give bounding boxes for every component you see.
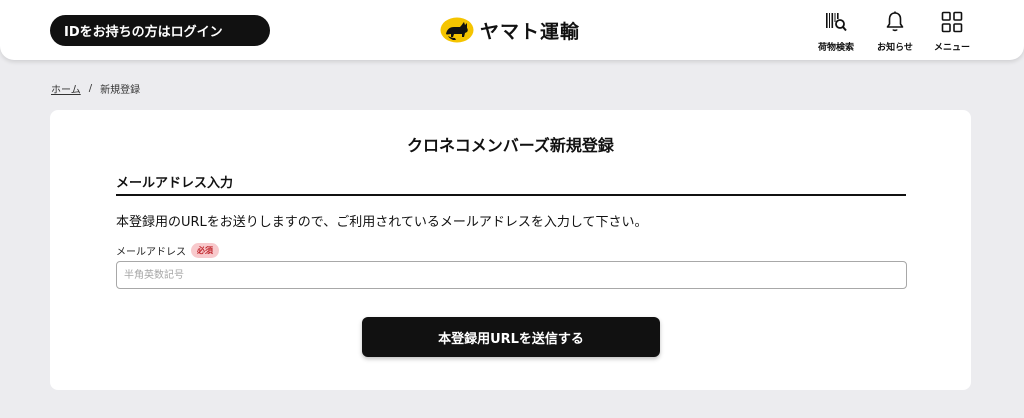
nav-label: お知らせ bbox=[877, 43, 913, 53]
email-field-label: メールアドレス bbox=[116, 247, 186, 258]
required-badge: 必須 bbox=[191, 243, 219, 258]
email-field[interactable] bbox=[116, 261, 907, 289]
nav-label: メニュー bbox=[933, 43, 970, 53]
send-registration-url-button[interactable]: 本登録用URLを送信する bbox=[362, 317, 660, 357]
logo-text: ヤマト運輸 bbox=[480, 20, 581, 43]
yamato-logo[interactable]: ヤマト運輸 bbox=[440, 14, 580, 46]
nav-menu[interactable]: メニュー bbox=[922, 8, 982, 54]
barcode-search-icon bbox=[826, 13, 847, 32]
section-divider bbox=[116, 194, 906, 196]
nav-notifications[interactable]: お知らせ bbox=[865, 8, 925, 54]
breadcrumb-separator: / bbox=[88, 83, 93, 94]
login-button[interactable]: IDをお持ちの方はログイン bbox=[50, 15, 270, 46]
breadcrumb: ホーム / 新規登録 bbox=[51, 81, 140, 96]
bell-icon bbox=[886, 11, 904, 32]
form-description: 本登録用のURLをお送りしますので、ご利用されているメールアドレスを入力して下さ… bbox=[116, 215, 648, 230]
nav-parcel-search[interactable]: 荷物検索 bbox=[806, 8, 866, 54]
black-cat-logo-icon bbox=[440, 17, 474, 43]
site-header: IDをお持ちの方はログイン ヤマト運輸 荷物検索 お知らせ メニュー bbox=[0, 0, 1024, 60]
registration-card: クロネコメンバーズ新規登録 メールアドレス入力 本登録用のURLをお送りしますの… bbox=[50, 110, 971, 390]
section-title: メールアドレス入力 bbox=[116, 176, 234, 191]
nav-label: 荷物検索 bbox=[817, 43, 854, 53]
email-label-row: メールアドレス 必須 bbox=[116, 243, 219, 258]
page-title: クロネコメンバーズ新規登録 bbox=[407, 136, 614, 155]
breadcrumb-current: 新規登録 bbox=[100, 85, 141, 96]
grid-menu-icon bbox=[941, 11, 963, 33]
breadcrumb-home-link[interactable]: ホーム bbox=[51, 81, 81, 96]
